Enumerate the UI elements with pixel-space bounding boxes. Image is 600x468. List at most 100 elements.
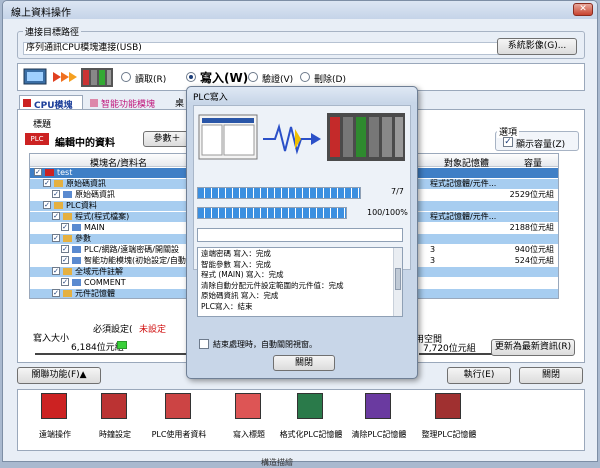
row-checkbox[interactable]: ✓ [43,179,51,187]
size-scale-line [35,353,189,355]
percent-progress-bar [197,207,347,219]
row-name: test [57,168,73,177]
row-item-icon [72,224,81,231]
delete-radio[interactable] [300,72,310,82]
row-item-icon [63,268,72,275]
row-checkbox[interactable]: ✓ [52,234,60,242]
row-item-icon [54,180,63,187]
related-function-item[interactable]: 遠端操作 [23,393,87,445]
row-name: 智能功能模塊(初始設定/自動 [84,256,186,265]
result-log: 遠端密碼 寫入：完成 智能參數 寫入：完成 程式 (MAIN) 寫入：完成 清除自動分… [197,247,403,317]
row-item-icon [54,202,63,209]
related-function-label: 寫入標題 [233,430,265,439]
row-item-icon [72,279,81,286]
data-progress-text: 7/7 [391,187,404,196]
row-memory: 程式記憶體/元件... [430,212,497,221]
row-checkbox[interactable]: ✓ [61,223,69,231]
editing-data-icon: PLC [25,133,49,145]
execute-button[interactable]: 執行(E) [447,367,511,384]
row-name: PLC/網路/遠端密碼/開關設 [84,245,179,254]
log-scrollbar[interactable] [393,248,402,316]
related-function-item[interactable]: PLC使用者資料 [147,393,211,445]
related-function-icon [365,393,391,419]
row-checkbox[interactable]: ✓ [52,267,60,275]
related-function-item[interactable]: 清除PLC記憶體 [347,393,411,445]
window-close-button[interactable]: ✕ [573,3,593,16]
row-checkbox[interactable]: ✓ [52,212,60,220]
read-radio[interactable] [121,72,131,82]
plc-write-dialog: PLC寫入 7/7 100/100% 遠端密碼 寫入：完成 智能參數 寫入：完成程… [186,86,418,379]
tab-cpu-module[interactable]: CPU模塊 [19,95,83,111]
read-label: 讀取(R) [135,75,167,85]
row-memory: 3 [430,245,436,254]
related-function-item[interactable]: 格式化PLC記憶體 [279,393,343,445]
tab-intelligent-module[interactable]: 智能功能模塊 [87,96,173,110]
dialog-title-bar: PLC寫入 [187,87,417,103]
system-image-button[interactable]: 系統影像(G)... [497,38,577,55]
row-name: 程式(程式檔案) [75,212,130,221]
tab-other[interactable]: 桌 [175,96,184,109]
row-capacity: 2188位元組 [509,223,554,232]
related-function-item[interactable]: 整理PLC記憶體 [417,393,481,445]
connection-path: 序列通訊CPU模塊連接(USB) [23,42,503,55]
related-function-icon [101,393,127,419]
related-function-label: 遠端操作 [39,430,71,439]
write-size-label: 寫入大小 [33,334,70,344]
percent-progress-text: 100/100% [367,208,408,217]
row-item-icon [72,257,81,264]
row-item-icon [72,246,81,253]
related-function-icon [297,393,323,419]
row-checkbox[interactable]: ✓ [61,278,69,286]
row-checkbox[interactable]: ✓ [52,190,60,198]
status-field [197,228,403,242]
row-item-icon [63,235,72,242]
show-capacity-checkbox[interactable]: ✓ [503,137,513,147]
row-name: COMMENT [84,278,126,287]
related-function-label: 格式化PLC記憶體 [279,430,343,439]
log-line: 遠端密碼 寫入：完成 [201,249,271,258]
row-item-icon [63,290,72,297]
write-animation-graphic [197,109,407,165]
write-label: 寫入(W) [200,71,249,85]
show-capacity-label: 顯示容量(Z) [516,140,566,150]
close-main-button[interactable]: 關閉 [519,367,583,384]
write-size-value: 6,184位元組 [71,343,124,353]
dialog-close-button[interactable]: 關閉 [273,355,335,371]
row-capacity: 2529位元組 [509,190,554,199]
related-function-item[interactable]: 時鐘設定 [83,393,147,445]
row-checkbox[interactable]: ✓ [34,168,42,176]
verify-radio[interactable] [248,72,258,82]
row-item-icon [63,213,72,220]
delete-label: 刪除(D) [314,75,346,85]
row-checkbox[interactable]: ✓ [61,256,69,264]
write-radio[interactable] [186,72,196,82]
row-checkbox[interactable]: ✓ [61,245,69,253]
data-progress-bar [197,187,361,199]
log-line: 原始碼資訊 寫入：完成 [201,291,279,301]
row-name: MAIN [84,223,105,232]
log-line: 程式 (MAIN) 寫入：完成 [201,270,284,280]
required-settings-label: 必須設定( [93,325,133,335]
related-functions-list: 遠端操作 時鐘設定 PLC使用者資料 寫入標題 格式化PLC記憶體 清除PLC記憶體 整理P… [17,393,585,451]
editing-data-label: 編輯中的資料 [55,138,115,149]
log-lines: 遠端密碼 寫入：完成 智能參數 寫入：完成 程式 (MAIN) 寫入：完成 清除自動分… [198,248,402,314]
auto-close-checkbox[interactable] [199,339,209,349]
related-function-item[interactable]: 寫入標題 [217,393,281,445]
row-name: 參數 [75,234,91,243]
related-function-icon [41,393,67,419]
row-memory: 3 [430,256,436,265]
row-name: 元件記憶體 [75,289,115,298]
log-scroll-thumb[interactable] [395,268,401,290]
intelligent-module-icon [90,99,98,107]
row-name: 原始碼資訊 [66,179,106,188]
refresh-button[interactable]: 更新為最新資訊(R) [491,339,575,356]
row-checkbox[interactable]: ✓ [52,289,60,297]
params-button[interactable]: 參數＋ [143,131,191,147]
verify-label: 驗證(V) [262,75,294,85]
related-function-icon [435,393,461,419]
percent-progress-fill [198,208,346,218]
row-capacity: 524位元組 [514,256,554,265]
row-checkbox[interactable]: ✓ [43,201,51,209]
row-name: 全域元件註解 [75,267,123,276]
related-functions-button[interactable]: 關聯功能(F)▲ [17,367,101,384]
